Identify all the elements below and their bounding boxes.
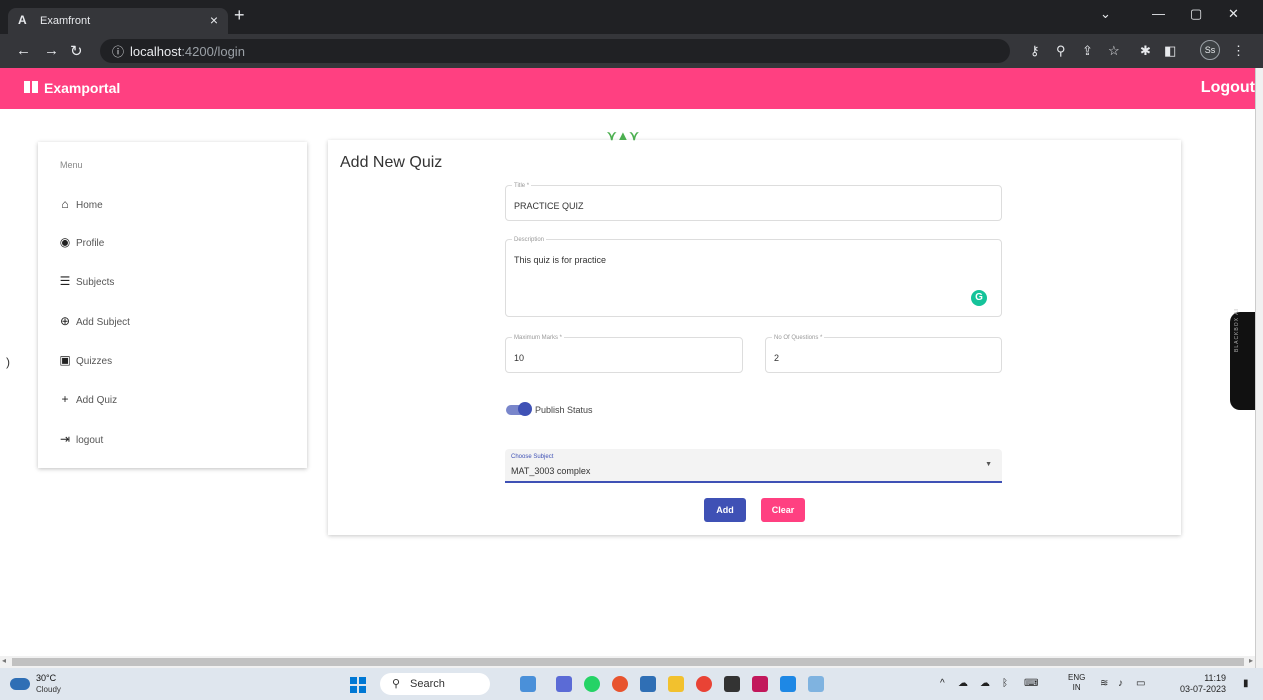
logout-button[interactable]: Logout (1201, 79, 1255, 97)
chevron-left-icon[interactable]: ) (6, 355, 10, 369)
sidebar-item-home[interactable]: ⌂ Home (58, 197, 102, 215)
back-icon[interactable]: ← (16, 42, 31, 59)
volume-icon[interactable]: ♪ (1118, 678, 1123, 689)
onedrive-icon[interactable]: ☁ (958, 678, 968, 689)
sidebar-item-add-subject[interactable]: ⊕ Add Subject (58, 314, 130, 332)
password-key-icon[interactable]: ⚷ (1030, 43, 1040, 59)
title-field[interactable]: Title * PRACTICE QUIZ (505, 183, 1002, 221)
reload-icon[interactable]: ↻ (70, 42, 83, 60)
bluetooth-icon[interactable]: ᛒ (1002, 678, 1008, 689)
scroll-thumb[interactable] (12, 658, 1244, 666)
blackbox-widget[interactable]: BLACKBOX AI (1230, 308, 1258, 410)
publish-toggle[interactable] (506, 402, 532, 416)
scroll-right-icon[interactable]: ▸ (1249, 656, 1253, 665)
tab-title: Examfront (40, 15, 91, 27)
sidebar-item-quizzes[interactable]: ▣ Quizzes (58, 353, 112, 371)
horizontal-scrollbar[interactable]: ◂ ▸ (0, 656, 1255, 668)
photos-app-icon[interactable] (808, 676, 824, 692)
side-panel-icon[interactable]: ◧ (1164, 43, 1176, 59)
favicon-icon: A (18, 13, 27, 27)
notification-icon[interactable]: ▮ (1243, 678, 1249, 689)
battery-icon[interactable]: ▭ (1136, 678, 1145, 689)
weather-condition[interactable]: Cloudy (36, 685, 61, 694)
sidebar-item-logout[interactable]: ⇥ logout (58, 432, 103, 450)
logo-icon: ⋎▲⋎ (607, 128, 639, 143)
url-text: localhost:4200/login (130, 44, 245, 59)
widgets-app-icon[interactable] (520, 676, 536, 692)
file-explorer-icon[interactable] (668, 676, 684, 692)
description-field[interactable]: Description This quiz is for practice G (505, 237, 1002, 317)
plus-icon: + (61, 392, 69, 406)
close-tab-icon[interactable]: × (210, 12, 218, 28)
sidebar-item-profile[interactable]: ◉ Profile (58, 235, 105, 253)
language-indicator[interactable]: ENG IN (1068, 673, 1085, 693)
minimize-button[interactable]: — (1152, 6, 1165, 21)
office-app-icon[interactable] (752, 676, 768, 692)
vscode-app-icon[interactable] (780, 676, 796, 692)
max-marks-field[interactable]: Maximum Marks * 10 (505, 335, 743, 373)
app-brand[interactable]: Examportal (44, 80, 120, 96)
new-tab-button[interactable]: + (234, 5, 245, 26)
num-questions-field[interactable]: No Of Questions * 2 (765, 335, 1002, 373)
add-circle-icon: ⊕ (59, 314, 71, 328)
browser-toolbar: ← → ↻ ⓘ localhost:4200/login ⚷ ⚲ ⇪ ☆ ✱ ◧… (0, 34, 1263, 68)
wifi-icon[interactable]: ≋ (1100, 678, 1108, 689)
add-button[interactable]: Add (704, 498, 746, 522)
account-circle-icon: ◉ (59, 235, 71, 249)
windows-start-icon[interactable] (350, 677, 366, 693)
scroll-left-icon[interactable]: ◂ (2, 656, 6, 665)
bookmark-star-icon[interactable]: ☆ (1108, 43, 1120, 59)
tray-overflow-icon[interactable]: ^ (940, 678, 945, 689)
tab-search-icon[interactable]: ⌄ (1100, 6, 1111, 22)
extensions-icon[interactable]: ✱ (1140, 43, 1151, 59)
browser-tab[interactable]: A Examfront × (8, 8, 228, 34)
keyboard-icon[interactable]: ⌨ (1024, 678, 1038, 689)
clear-button[interactable]: Clear (761, 498, 805, 522)
sidebar: Menu ⌂ Home ◉ Profile ☰ Subjects ⊕ Add Subje… (38, 142, 307, 468)
grammarly-icon[interactable]: G (971, 290, 987, 306)
notes-app-icon[interactable] (640, 676, 656, 692)
close-window-button[interactable]: ✕ (1228, 6, 1239, 22)
browser-app-icon[interactable] (612, 676, 628, 692)
site-info-icon[interactable]: ⓘ (112, 43, 124, 60)
subject-select[interactable]: Choose Subject MAT_3003 complex ▼ (505, 449, 1002, 483)
page-title: Add New Quiz (340, 154, 443, 171)
quiz-icon: ▣ (59, 353, 71, 367)
clock[interactable]: 11:19 03-07-2023 (1180, 673, 1226, 695)
browser-menu-icon[interactable]: ⋮ (1232, 43, 1245, 59)
share-icon[interactable]: ⇪ (1082, 43, 1093, 59)
profile-avatar[interactable]: Ss (1200, 40, 1220, 60)
taskbar: 30°C Cloudy ⚲ Search ^ ☁ ☁ ᛒ ⌨ ENG IN ≋ ♪… (0, 668, 1263, 700)
browser-tab-bar: A Examfront × + ⌄ — ▢ ✕ (0, 0, 1263, 34)
list-icon: ☰ (59, 274, 71, 288)
app-toolbar: Examportal Logout (0, 68, 1255, 109)
whatsapp-app-icon[interactable] (584, 676, 600, 692)
publish-label: Publish Status (535, 405, 593, 415)
search-icon: ⚲ (392, 678, 401, 690)
forward-icon[interactable]: → (44, 42, 59, 59)
maximize-button[interactable]: ▢ (1190, 6, 1202, 22)
address-bar[interactable]: ⓘ localhost:4200/login (100, 39, 1010, 63)
intellij-app-icon[interactable] (724, 676, 740, 692)
cloud-icon[interactable] (10, 678, 30, 690)
sidebar-item-subjects[interactable]: ☰ Subjects (58, 274, 115, 292)
book-icon (24, 81, 38, 93)
cloud-sync-icon[interactable]: ☁ (980, 678, 990, 689)
vertical-scrollbar[interactable] (1255, 68, 1263, 668)
zoom-icon[interactable]: ⚲ (1056, 43, 1066, 59)
chrome-app-icon[interactable] (696, 676, 712, 692)
blackbox-label: BLACKBOX AI (1234, 308, 1240, 352)
home-icon: ⌂ (61, 197, 69, 211)
weather-temperature[interactable]: 30°C (36, 673, 56, 683)
toggle-knob (518, 402, 532, 416)
taskbar-search[interactable]: ⚲ Search (380, 673, 490, 695)
dropdown-arrow-icon: ▼ (985, 461, 992, 468)
menu-label: Menu (60, 160, 83, 170)
sidebar-item-add-quiz[interactable]: + Add Quiz (58, 392, 117, 410)
teams-app-icon[interactable] (556, 676, 572, 692)
logout-icon: ⇥ (59, 432, 71, 446)
